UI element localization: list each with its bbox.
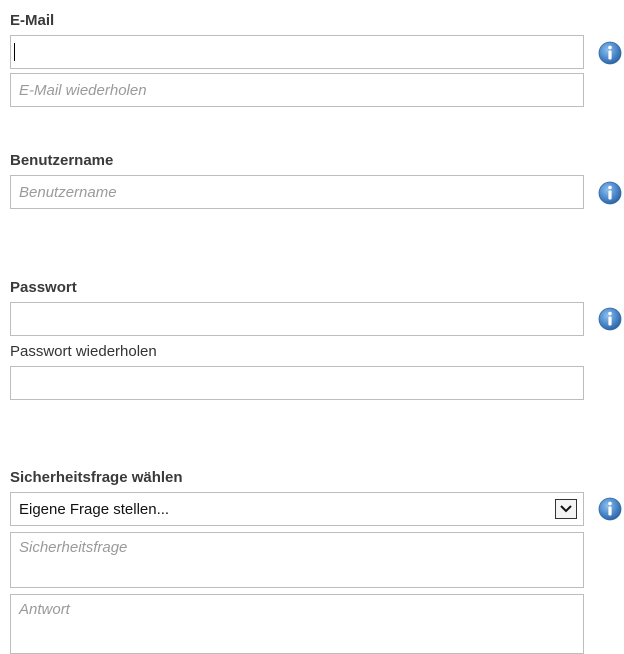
info-icon[interactable]	[598, 307, 622, 331]
info-icon[interactable]	[598, 181, 622, 205]
username-label: Benutzername	[10, 152, 114, 169]
password-label: Passwort	[10, 279, 77, 296]
info-icon[interactable]	[598, 41, 622, 65]
dropdown-button[interactable]	[555, 499, 577, 519]
security-question-input[interactable]	[10, 532, 584, 588]
email-repeat-input[interactable]	[10, 73, 584, 107]
chevron-down-icon	[560, 505, 572, 513]
password-repeat-label: Passwort wiederholen	[10, 343, 157, 360]
security-question-label: Sicherheitsfrage wählen	[10, 469, 183, 486]
select-value: Eigene Frage stellen...	[19, 501, 170, 518]
text-cursor	[14, 43, 15, 61]
password-input[interactable]	[10, 302, 584, 336]
password-repeat-input[interactable]	[10, 366, 584, 400]
security-question-select[interactable]: Eigene Frage stellen...	[10, 492, 584, 526]
info-icon[interactable]	[598, 497, 622, 521]
email-input[interactable]	[10, 35, 584, 69]
security-answer-input[interactable]	[10, 594, 584, 654]
username-input[interactable]	[10, 175, 584, 209]
email-label: E-Mail	[10, 12, 55, 29]
